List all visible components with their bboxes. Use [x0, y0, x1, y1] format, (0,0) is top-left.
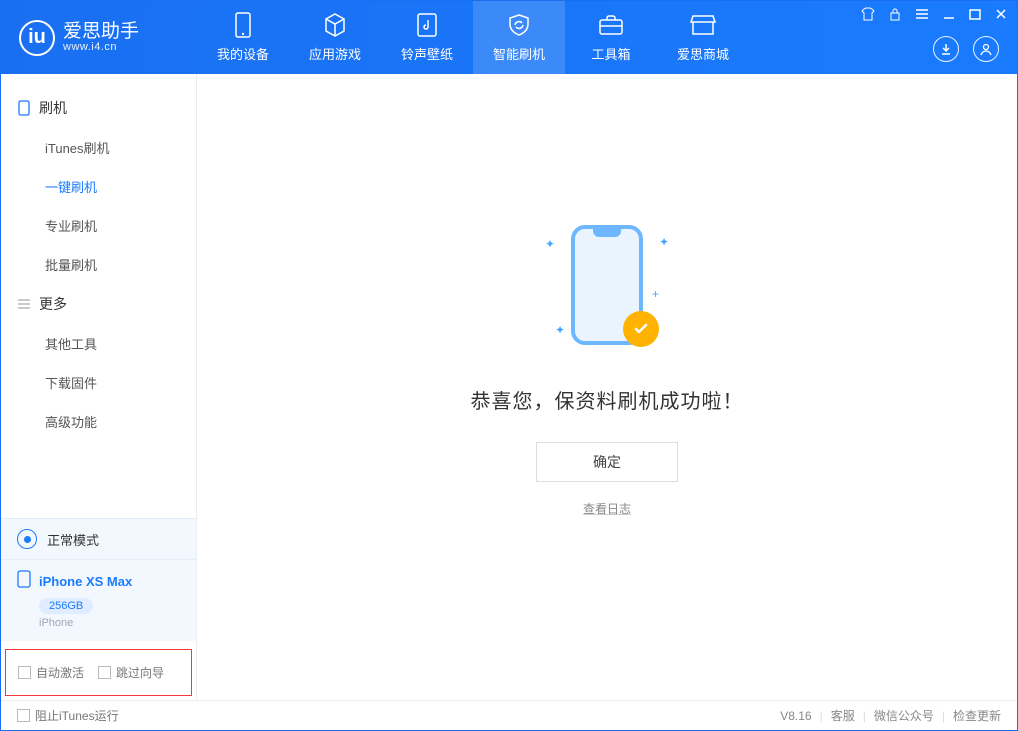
checkbox-label: 自动激活	[36, 664, 84, 681]
refresh-shield-icon	[506, 12, 532, 38]
sparkle-icon: +	[652, 287, 659, 301]
minimize-icon[interactable]	[943, 8, 955, 23]
device-capacity: 256GB	[39, 598, 93, 614]
top-nav: 我的设备 应用游戏 铃声壁纸 智能刷机 工具箱 爱思商城	[197, 1, 749, 74]
app-title: 爱思助手	[63, 22, 139, 42]
nav-label: 智能刷机	[493, 44, 545, 63]
success-illustration: ✦ ✦ ✦ +	[537, 217, 677, 357]
checkbox-skip-guide[interactable]: 跳过向导	[98, 664, 164, 681]
mode-indicator-icon	[17, 529, 37, 549]
header-right-icons	[933, 36, 999, 62]
music-file-icon	[416, 12, 438, 38]
device-type: iPhone	[39, 617, 180, 629]
maximize-icon[interactable]	[969, 8, 981, 23]
section-title: 刷机	[39, 98, 67, 118]
sidebar-item-advanced[interactable]: 高级功能	[1, 402, 196, 441]
footer: 阻止iTunes运行 V8.16 | 客服 | 微信公众号 | 检查更新	[1, 700, 1017, 730]
close-icon[interactable]	[995, 8, 1007, 23]
nav-label: 铃声壁纸	[401, 44, 453, 63]
nav-smart-flash[interactable]: 智能刷机	[473, 1, 565, 74]
footer-link-wechat[interactable]: 微信公众号	[874, 707, 934, 724]
nav-store[interactable]: 爱思商城	[657, 1, 749, 74]
checkbox-label: 跳过向导	[116, 664, 164, 681]
divider: |	[820, 709, 823, 723]
device-mode-box[interactable]: 正常模式	[1, 518, 196, 559]
flash-options-highlight: 自动激活 跳过向导	[5, 649, 192, 696]
sidebar-section-flash: 刷机	[1, 88, 196, 128]
app-url: www.i4.cn	[63, 42, 139, 54]
titlebar-controls	[861, 7, 1007, 24]
sidebar-item-download-firmware[interactable]: 下载固件	[1, 363, 196, 402]
download-icon[interactable]	[933, 36, 959, 62]
divider: |	[863, 709, 866, 723]
view-log-link[interactable]: 查看日志	[583, 500, 631, 517]
toolbox-icon	[598, 12, 624, 38]
checkbox-block-itunes[interactable]: 阻止iTunes运行	[17, 707, 119, 724]
list-icon	[17, 297, 31, 311]
checkbox-label: 阻止iTunes运行	[35, 707, 119, 724]
nav-label: 应用游戏	[309, 44, 361, 63]
phone-icon	[17, 101, 31, 115]
sidebar: 刷机 iTunes刷机 一键刷机 专业刷机 批量刷机 更多 其他工具 下载固件 …	[1, 74, 197, 700]
sidebar-item-oneclick-flash[interactable]: 一键刷机	[1, 167, 196, 206]
sidebar-item-itunes-flash[interactable]: iTunes刷机	[1, 128, 196, 167]
main-content: ✦ ✦ ✦ + 恭喜您，保资料刷机成功啦！ 确定 查看日志	[197, 74, 1017, 700]
lock-icon[interactable]	[889, 7, 901, 24]
footer-link-update[interactable]: 检查更新	[953, 707, 1001, 724]
section-title: 更多	[39, 294, 67, 314]
nav-label: 工具箱	[591, 44, 630, 63]
device-info-box[interactable]: iPhone XS Max 256GB iPhone	[1, 559, 196, 641]
phone-small-icon	[17, 570, 31, 593]
nav-apps-games[interactable]: 应用游戏	[289, 1, 381, 74]
cube-icon	[322, 12, 348, 38]
checkbox-auto-activate[interactable]: 自动激活	[18, 664, 84, 681]
nav-label: 我的设备	[217, 44, 269, 63]
footer-link-support[interactable]: 客服	[831, 707, 855, 724]
user-icon[interactable]	[973, 36, 999, 62]
logo-area: iu 爱思助手 www.i4.cn	[1, 20, 197, 56]
ok-button[interactable]: 确定	[536, 442, 678, 482]
app-header: iu 爱思助手 www.i4.cn 我的设备 应用游戏 铃声壁纸 智能刷机 工具…	[1, 1, 1017, 74]
nav-label: 爱思商城	[677, 44, 729, 63]
store-icon	[690, 12, 716, 38]
sidebar-item-other-tools[interactable]: 其他工具	[1, 324, 196, 363]
device-name: iPhone XS Max	[39, 574, 132, 589]
tshirt-icon[interactable]	[861, 7, 875, 24]
nav-toolbox[interactable]: 工具箱	[565, 1, 657, 74]
nav-ringtone-wallpaper[interactable]: 铃声壁纸	[381, 1, 473, 74]
sparkle-icon: ✦	[555, 323, 565, 337]
checkmark-badge-icon	[623, 311, 659, 347]
mode-label: 正常模式	[47, 530, 99, 549]
menu-icon[interactable]	[915, 8, 929, 23]
version-label: V8.16	[780, 709, 811, 723]
sparkle-icon: ✦	[545, 237, 555, 251]
sidebar-item-pro-flash[interactable]: 专业刷机	[1, 206, 196, 245]
sidebar-section-more: 更多	[1, 284, 196, 324]
sparkle-icon: ✦	[659, 235, 669, 249]
device-icon	[234, 12, 252, 38]
nav-my-device[interactable]: 我的设备	[197, 1, 289, 74]
divider: |	[942, 709, 945, 723]
app-logo-icon: iu	[19, 20, 55, 56]
sidebar-item-batch-flash[interactable]: 批量刷机	[1, 245, 196, 284]
result-title: 恭喜您，保资料刷机成功啦！	[471, 385, 744, 414]
